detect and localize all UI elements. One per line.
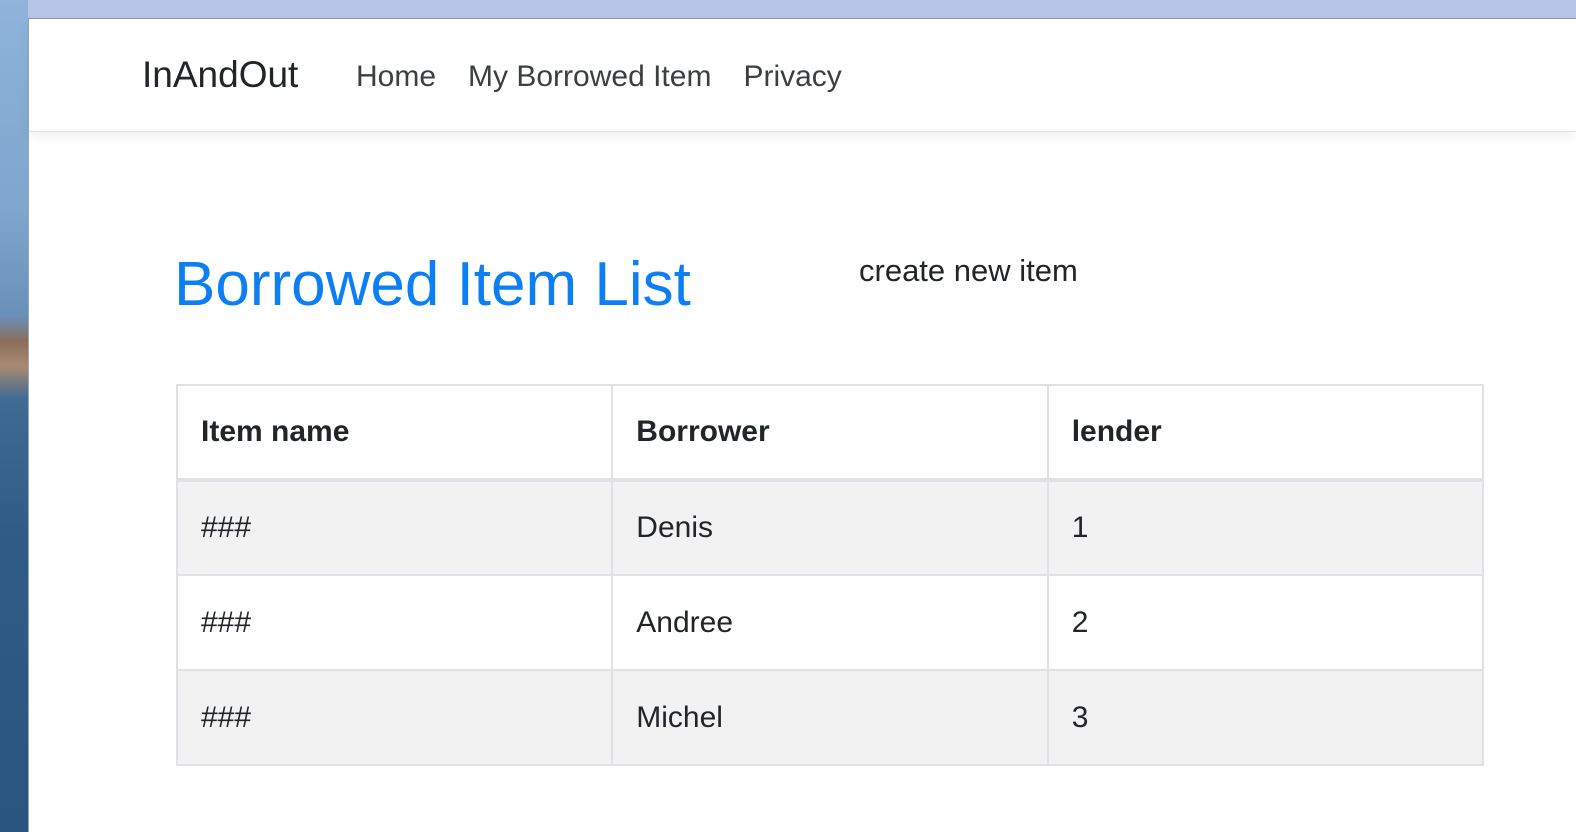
table-header-row: Item name Borrower lender bbox=[175, 384, 1485, 482]
navbar: InAndOut Home My Borrowed Item Privacy bbox=[29, 19, 1576, 132]
column-header-item-name: Item name bbox=[175, 384, 614, 482]
cell-item-name: ### bbox=[175, 669, 614, 766]
table-row: ### Denis 1 bbox=[175, 479, 1485, 576]
table-row: ### Michel 3 bbox=[175, 669, 1485, 766]
nav-link-home[interactable]: Home bbox=[356, 57, 452, 97]
nav-links: Home My Borrowed Item Privacy bbox=[356, 57, 858, 97]
create-new-item-link[interactable]: create new item bbox=[859, 251, 1078, 291]
column-header-lender: lender bbox=[1046, 384, 1485, 482]
browser-chrome-top bbox=[28, 0, 1576, 19]
cell-borrower: Denis bbox=[611, 479, 1049, 576]
column-header-borrower: Borrower bbox=[611, 384, 1049, 482]
cell-item-name: ### bbox=[175, 574, 614, 671]
cell-borrower: Michel bbox=[611, 669, 1049, 766]
cell-lender: 1 bbox=[1046, 479, 1485, 576]
desktop-wallpaper bbox=[0, 0, 29, 832]
brand-link[interactable]: InAndOut bbox=[142, 53, 298, 97]
cell-lender: 2 bbox=[1046, 574, 1485, 671]
cell-item-name: ### bbox=[175, 479, 614, 576]
nav-link-privacy[interactable]: Privacy bbox=[727, 57, 857, 97]
nav-link-my-borrowed-item[interactable]: My Borrowed Item bbox=[452, 57, 727, 97]
table-row: ### Andree 2 bbox=[175, 574, 1485, 671]
page: InAndOut Home My Borrowed Item Privacy B… bbox=[29, 19, 1576, 832]
cell-borrower: Andree bbox=[611, 574, 1049, 671]
cell-lender: 3 bbox=[1046, 669, 1485, 766]
borrowed-items-table: Item name Borrower lender ### Denis 1 ##… bbox=[175, 384, 1485, 766]
page-title: Borrowed Item List bbox=[174, 250, 691, 319]
